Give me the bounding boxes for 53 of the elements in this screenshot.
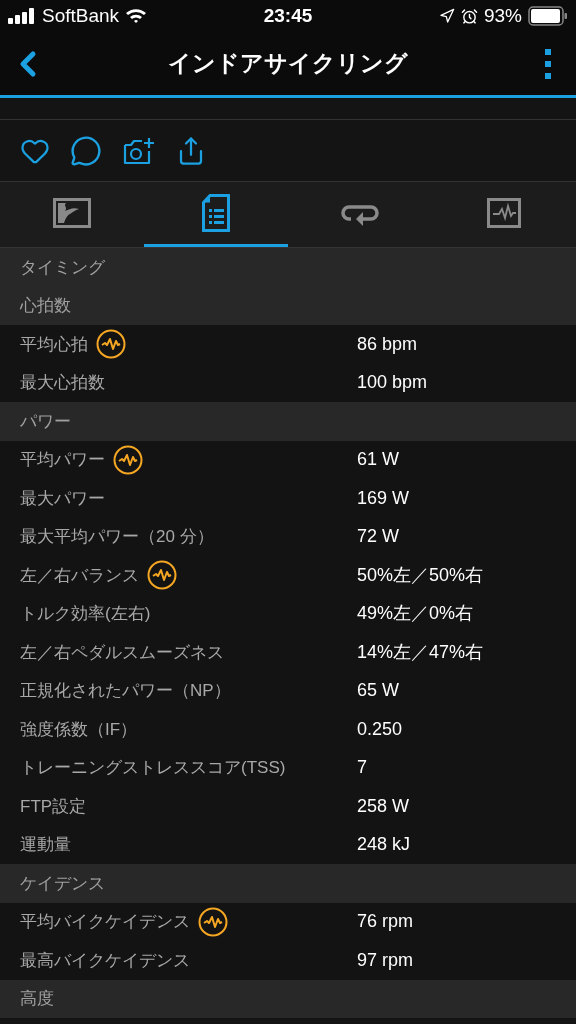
stat-label: 強度係数（IF） [20,718,138,741]
section-title: パワー [20,410,71,433]
section-title: ケイデンス [20,872,105,895]
stat-label: 最大パワー [20,487,105,510]
stat-value: 258 W [357,794,410,818]
stat-value: 49%左／0%右 [357,602,474,626]
chart-monitor-icon [487,198,521,228]
stat-label: 最大平均パワー（20 分） [20,526,214,548]
stat-label: 左／右ペダルスムーズネス [20,641,224,664]
stat-label: 正規化されたパワー（NP） [20,680,231,702]
section-title: 高度 [20,988,54,1010]
heart-rate-chart-icon[interactable] [198,906,228,937]
heart-rate-chart-icon[interactable] [113,444,143,475]
stat-label: 最高バイクケイデンス [20,949,190,972]
stat-label: 平均心拍 [20,333,88,356]
stat-value: 61 W [357,448,399,472]
wifi-icon [125,8,148,24]
heart-rate-chart-icon[interactable] [147,560,177,591]
stat-value: 248 kJ [357,833,411,857]
section-title: 心拍数 [20,295,71,317]
location-arrow-icon [439,8,455,24]
stat-value: 14%左／47%右 [357,640,484,664]
stat-label: 平均バイクケイデンス [20,911,190,933]
stat-label: トレーニングストレススコア(TSS) [20,757,286,779]
stat-value: 0.250 [357,717,403,741]
stat-label: 平均パワー [20,449,105,471]
stat-value: 50%左／50%右 [357,563,484,587]
stat-value: 86 bpm [357,332,418,356]
carrier-name: SoftBank [42,3,120,28]
section-title: タイミング [20,256,105,279]
stat-value: 7 [357,756,367,780]
battery-icon [528,6,568,26]
stat-label: FTP設定 [20,795,87,818]
alarm-clock-icon [461,7,478,25]
stat-label: 運動量 [20,834,71,856]
stat-label: トルク効率(左右) [20,603,151,625]
map-icon [53,198,91,228]
stat-value: 169 W [357,486,410,510]
signal-icon [8,8,36,24]
clock-time: 23:45 [263,3,313,28]
comment-button[interactable] [70,134,102,167]
heart-rate-chart-icon[interactable] [96,329,126,360]
screen-title: インドアサイクリング [167,49,409,79]
stat-value: 100 bpm [357,371,428,395]
add-photo-button[interactable] [122,135,156,166]
stat-value: 97 rpm [357,948,414,972]
stat-value: 72 W [357,525,399,549]
stat-label: 最大心拍数 [20,372,105,394]
document-list-icon [202,194,230,232]
stat-value: 65 W [357,679,399,703]
stat-label: 左／右バランス [20,564,139,587]
stat-value: 76 rpm [357,910,414,934]
battery-percentage: 93% [484,3,522,28]
